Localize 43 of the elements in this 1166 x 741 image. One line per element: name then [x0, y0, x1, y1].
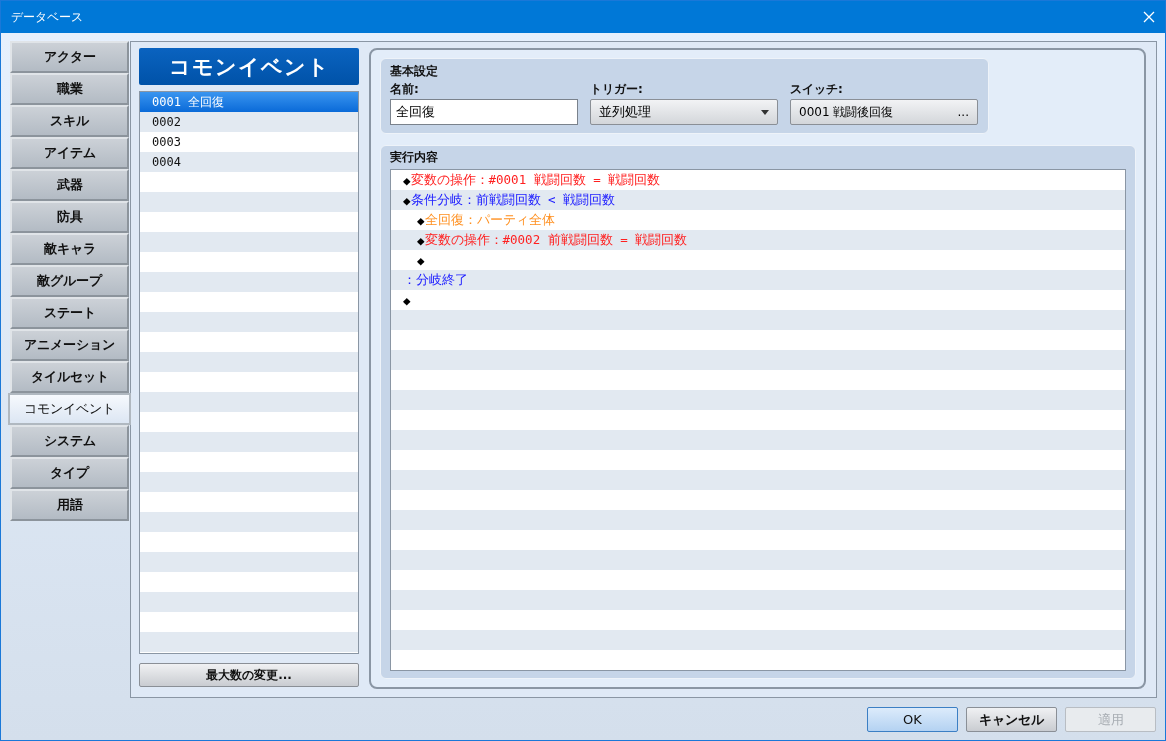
sidebar-tab[interactable]: スキル: [10, 105, 129, 137]
sidebar-tab[interactable]: 防具: [10, 201, 129, 233]
field-label: トリガー:: [590, 81, 644, 98]
command-marker: ◆: [403, 192, 411, 208]
field-label: スイッチ:: [790, 81, 844, 98]
caret-icon: [761, 109, 769, 115]
command-text[interactable]: ：分岐終了: [403, 271, 468, 289]
command-marker: ◆: [417, 212, 425, 228]
sidebar-tab[interactable]: コモンイベント: [8, 393, 131, 425]
sidebar-tab[interactable]: 敵グループ: [10, 265, 129, 297]
list-item[interactable]: 0004: [140, 152, 358, 172]
sidebar-tab[interactable]: 敵キャラ: [10, 233, 129, 265]
list-heading: コモンイベント: [139, 48, 359, 85]
sidebar-tab[interactable]: アクター: [10, 41, 129, 73]
sidebar-tab[interactable]: タイルセット: [10, 361, 129, 393]
dialog-button[interactable]: キャンセル: [966, 707, 1057, 732]
close-icon[interactable]: [1143, 11, 1155, 23]
command-marker: ◆: [403, 292, 411, 308]
field-label: 名前:: [390, 81, 420, 98]
command-text[interactable]: 変数の操作：#0001 戦闘回数 = 戦闘回数: [410, 171, 661, 189]
sidebar-tab[interactable]: 用語: [10, 489, 129, 521]
sidebar-tab[interactable]: ステート: [10, 297, 129, 329]
list-item[interactable]: 0001 全回復: [140, 92, 358, 112]
window-title: データベース: [11, 8, 83, 26]
sidebar-tab[interactable]: システム: [10, 425, 129, 457]
command-marker: ◆: [417, 252, 425, 268]
switch-selector[interactable]: 0001 戦闘後回復 ...: [790, 99, 978, 125]
trigger-dropdown[interactable]: 並列処理: [590, 99, 778, 125]
change-max-button[interactable]: 最大数の変更...: [139, 663, 359, 687]
command-marker: ◆: [403, 172, 411, 188]
sidebar-tab[interactable]: アイテム: [10, 137, 129, 169]
sidebar-tab[interactable]: アニメーション: [10, 329, 129, 361]
sidebar-tab[interactable]: 武器: [10, 169, 129, 201]
sidebar-tab[interactable]: タイプ: [10, 457, 129, 489]
sidebar-tab[interactable]: 職業: [10, 73, 129, 105]
list-item[interactable]: 0003: [140, 132, 358, 152]
list-item[interactable]: 0002: [140, 112, 358, 132]
group-heading: 実行内容: [390, 149, 439, 166]
group-heading: 基本設定: [390, 63, 439, 80]
command-marker: ◆: [417, 232, 425, 248]
command-text[interactable]: 条件分岐：前戦闘回数 < 戦闘回数: [410, 191, 616, 209]
dialog-button[interactable]: OK: [867, 707, 958, 732]
name-field[interactable]: 全回復: [390, 99, 578, 125]
